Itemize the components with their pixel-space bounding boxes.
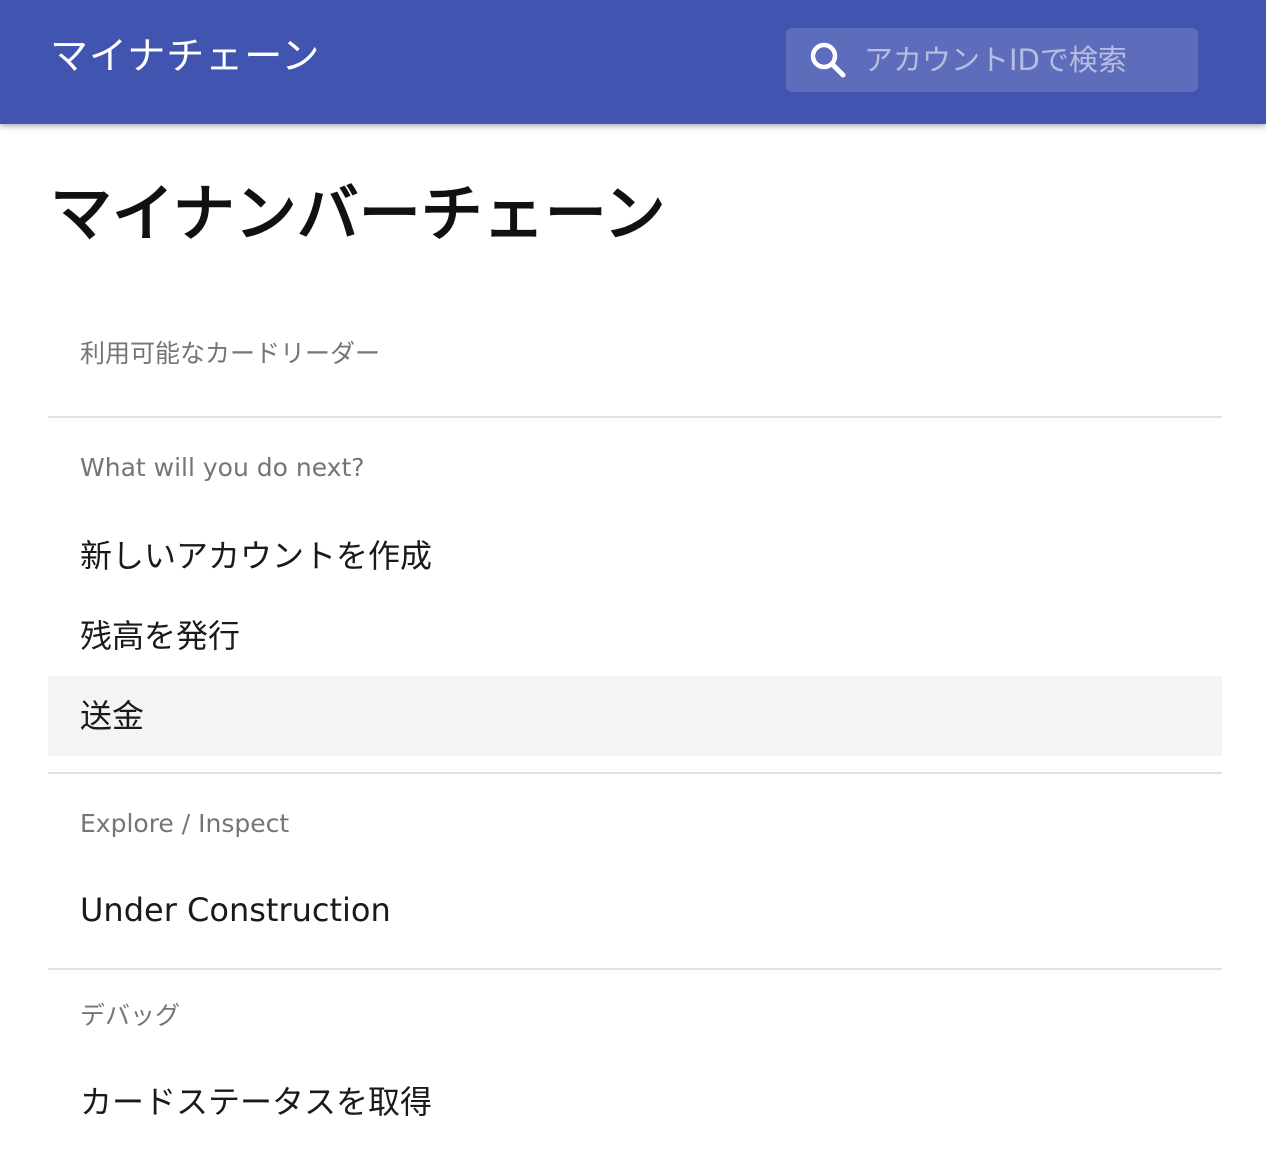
issue-balance-item[interactable]: 残高を発行: [48, 596, 1222, 676]
card-reader-subheader: 利用可能なカードリーダー: [80, 339, 381, 368]
search-icon[interactable]: [808, 40, 848, 80]
search-box[interactable]: [786, 28, 1198, 92]
under-construction-item[interactable]: Under Construction: [48, 872, 1222, 968]
create-account-item[interactable]: 新しいアカウントを作成: [48, 516, 1222, 596]
next-actions-subheader: What will you do next?: [80, 453, 365, 482]
page-title: マイナンバーチェーン: [50, 177, 666, 250]
navigation-list: 利用可能なカードリーダー What will you do next? 新しいア…: [48, 310, 1222, 1142]
app-bar: マイナチェーン: [0, 0, 1266, 124]
explore-subheader: Explore / Inspect: [80, 809, 290, 838]
send-money-item[interactable]: 送金: [48, 676, 1222, 756]
debug-subheader: デバッグ: [80, 1001, 181, 1030]
app-title: マイナチェーン: [50, 34, 321, 78]
get-card-status-item[interactable]: カードステータスを取得: [48, 1062, 1222, 1142]
search-input[interactable]: [864, 28, 1184, 92]
